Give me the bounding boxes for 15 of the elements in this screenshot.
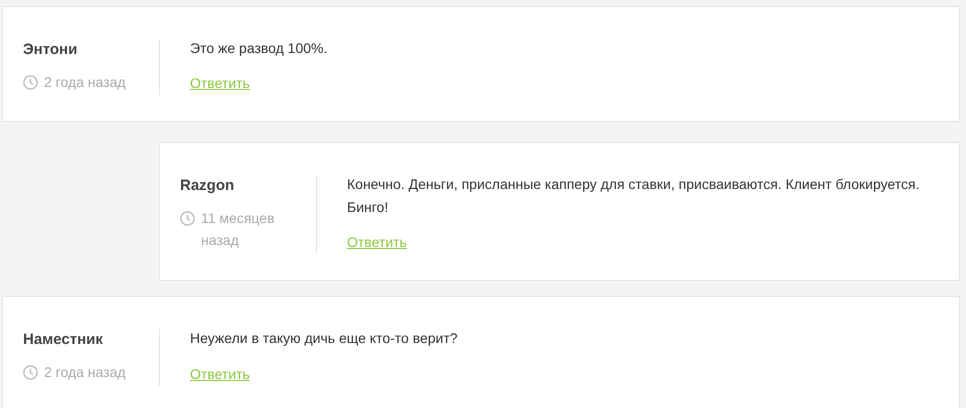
clock-icon [23, 74, 38, 90]
reply-link[interactable]: Ответить [347, 231, 407, 254]
comment-text: Неужели в такую дичь еще кто-то верит? [190, 329, 459, 348]
comment-text: Конечно. Деньги, присланные капперу для ставки, присваиваются. Клиент блокируется. Бинго! [347, 175, 921, 218]
author-name: Энтони [23, 40, 78, 60]
author-name: Наместник [23, 330, 104, 350]
comment-time: 11 месяцев назад [201, 208, 276, 250]
reply-link[interactable]: Ответить [190, 72, 250, 96]
clock-icon [180, 210, 195, 226]
comment-text: Это же развод 100%. [190, 39, 328, 58]
reply-link[interactable]: Ответить [190, 362, 250, 386]
comment-time: 2 года назад [44, 72, 126, 92]
author-name: Razgon [180, 176, 236, 196]
comment-time: 2 года назад [44, 362, 126, 382]
clock-icon [23, 364, 38, 380]
